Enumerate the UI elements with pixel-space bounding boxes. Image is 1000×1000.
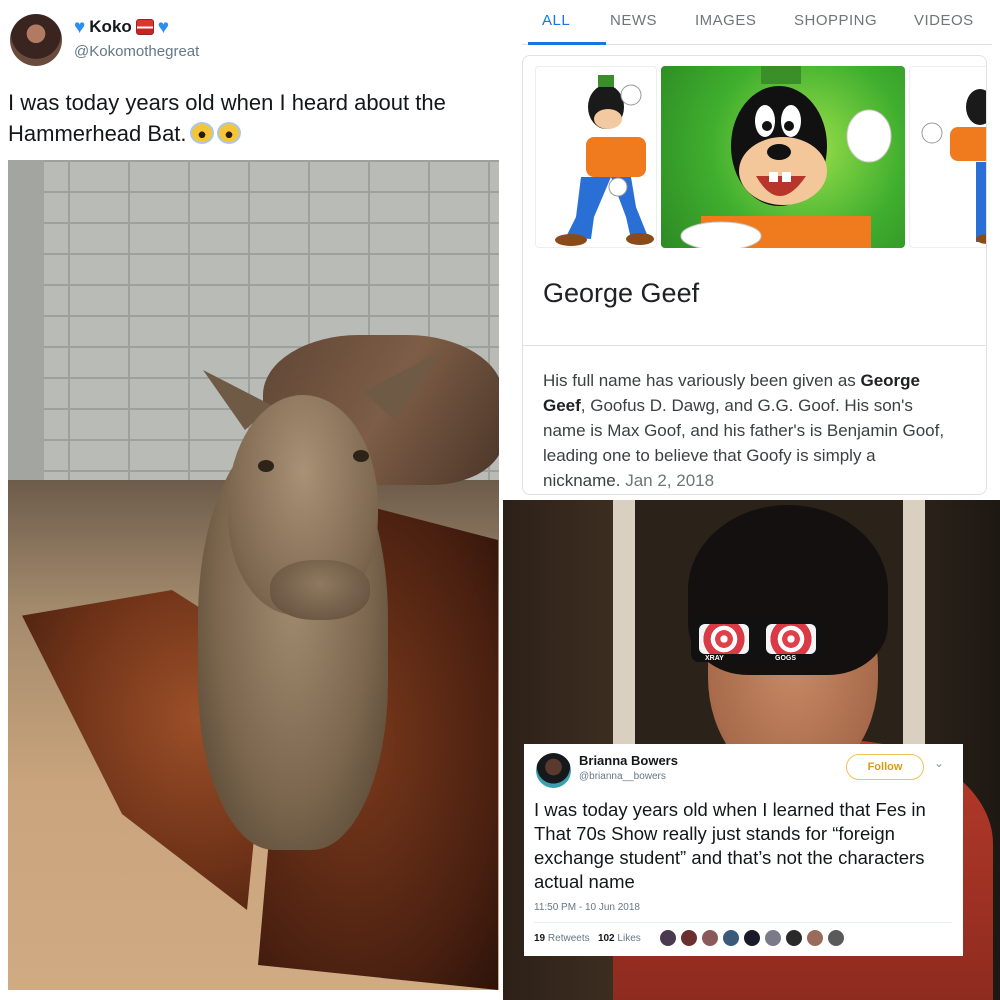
koko-tweet: ♥ Koko ♥ @Kokomothegreat I was today yea…	[0, 0, 508, 1000]
blue-heart-icon: ♥	[74, 16, 86, 38]
image-strip	[523, 56, 986, 256]
description-text: , Goofus D. Dawg, and G.G. Goof. His son…	[543, 396, 945, 490]
scream-emoji-icon	[216, 122, 241, 144]
scream-emoji-icon	[189, 122, 214, 144]
liker-avatar[interactable]	[764, 929, 782, 947]
liker-avatar[interactable]	[659, 929, 677, 947]
drum-icon	[135, 19, 154, 35]
goofy-image-thumbnail[interactable]	[909, 66, 986, 248]
active-tab-indicator	[528, 42, 606, 45]
tweet-author-handle[interactable]: @brianna__bowers	[579, 771, 666, 782]
tweet-author-name[interactable]: Koko	[89, 17, 132, 37]
search-tabs: ALL NEWS IMAGES SHOPPING VIDEOS	[522, 0, 992, 45]
bat-eye	[353, 450, 369, 462]
tweet-text: I was today years old when I learned tha…	[534, 799, 926, 892]
tab-videos[interactable]: VIDEOS	[914, 12, 974, 29]
liker-avatar[interactable]	[827, 929, 845, 947]
likes-count[interactable]: 102	[598, 933, 615, 944]
avatar[interactable]	[536, 753, 571, 788]
tweet-author-name[interactable]: Brianna Bowers	[579, 753, 678, 768]
blue-heart-icon: ♥	[157, 16, 170, 38]
hammerhead-bat-photo[interactable]	[8, 160, 499, 990]
glasses-lens	[699, 624, 749, 654]
tab-all[interactable]: ALL	[542, 12, 570, 29]
goofy-figure-icon	[921, 89, 986, 244]
panel-description: His full name has variously been given a…	[543, 368, 953, 493]
retweets-count[interactable]: 19	[534, 933, 545, 944]
avatar[interactable]	[10, 14, 62, 66]
goofy-face-icon	[680, 66, 892, 248]
knowledge-panel: George Geef His full name has variously …	[522, 55, 987, 495]
liker-avatar[interactable]	[722, 929, 740, 947]
xray-glasses: XRAY GOGS	[691, 618, 826, 662]
likers-avatars	[659, 929, 845, 947]
tab-images[interactable]: IMAGES	[695, 12, 756, 29]
tweet-stats: 19 Retweets 102 Likes	[534, 933, 641, 944]
tweet-timestamp[interactable]: 11:50 PM - 10 Jun 2018	[534, 902, 640, 913]
goofy-closeup-image[interactable]	[661, 66, 905, 248]
likes-label[interactable]: Likes	[617, 933, 640, 944]
brianna-tweet: Brianna Bowers @brianna__bowers Follow ⌄…	[524, 744, 963, 956]
divider	[523, 345, 986, 346]
glasses-lens	[766, 624, 816, 654]
tab-shopping[interactable]: SHOPPING	[794, 12, 877, 29]
search-results: ALL NEWS IMAGES SHOPPING VIDEOS George G…	[508, 0, 1000, 500]
liker-avatar[interactable]	[701, 929, 719, 947]
liker-avatar[interactable]	[806, 929, 824, 947]
liker-avatar[interactable]	[680, 929, 698, 947]
tweet-text-container: I was today years old when I heard about…	[8, 87, 498, 149]
liker-avatar[interactable]	[743, 929, 761, 947]
description-text: His full name has variously been given a…	[543, 371, 861, 390]
description-date: Jan 2, 2018	[625, 471, 715, 490]
bat-snout	[270, 560, 370, 620]
chevron-down-icon[interactable]: ⌄	[934, 756, 944, 770]
glasses-label: GOGS	[775, 655, 797, 662]
goofy-figure-icon	[555, 75, 654, 246]
retweets-label[interactable]: Retweets	[548, 933, 590, 944]
liker-avatar[interactable]	[785, 929, 803, 947]
tab-news[interactable]: NEWS	[610, 12, 657, 29]
bat-eye	[258, 460, 274, 472]
divider	[534, 922, 952, 923]
goofy-image-thumbnail[interactable]	[535, 66, 657, 248]
panel-title: George Geef	[543, 278, 700, 308]
tweet-author-row: ♥ Koko ♥	[74, 17, 169, 37]
follow-button[interactable]: Follow	[846, 754, 924, 780]
glasses-label: XRAY	[705, 655, 724, 662]
tweet-author-handle[interactable]: @Kokomothegreat	[74, 43, 199, 60]
